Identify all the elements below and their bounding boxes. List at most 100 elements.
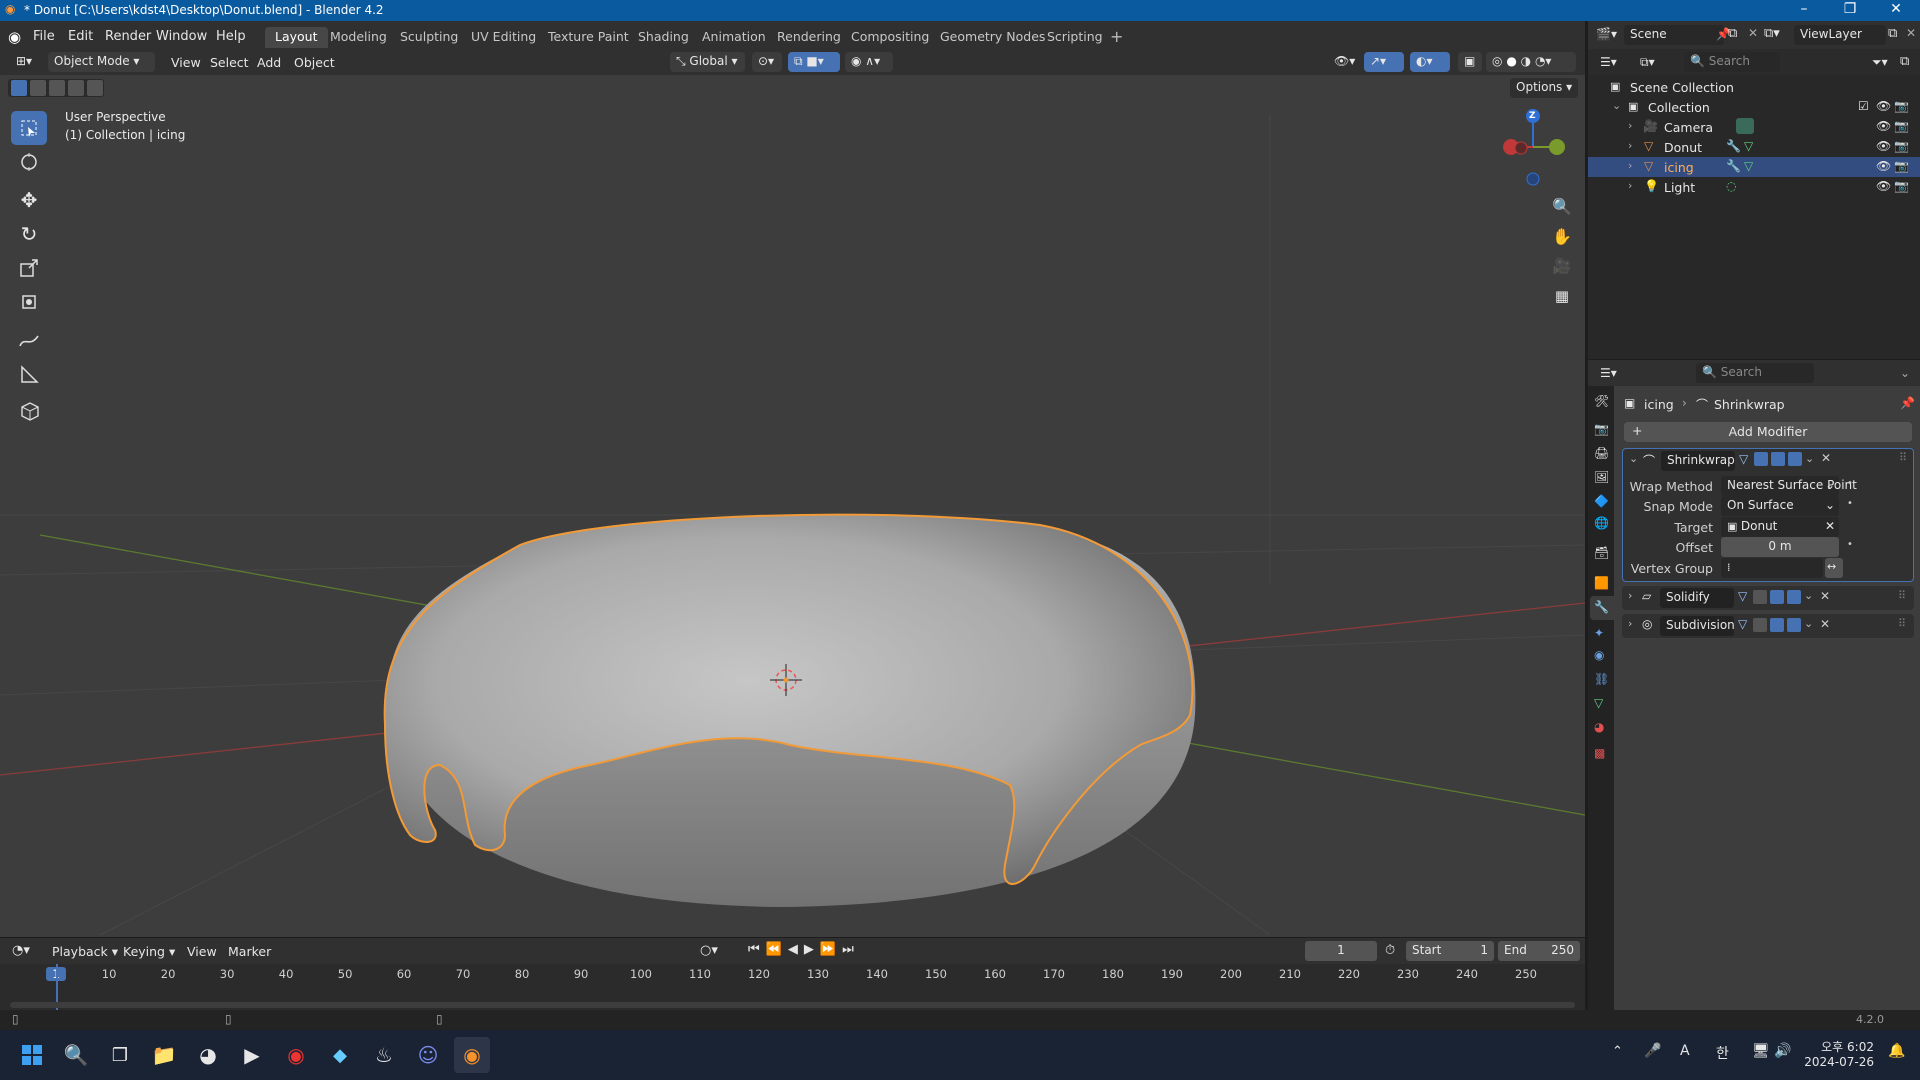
xray-toggle-icon[interactable]: ▣: [1458, 52, 1482, 72]
cursor-tool-icon[interactable]: [11, 145, 47, 179]
snap-toggle-icon[interactable]: ⧉ ■▾: [788, 52, 840, 72]
outliner-row-collection[interactable]: ⌄ ▣ Collection ☑ 👁 📷: [1588, 97, 1920, 117]
measure-tool-icon[interactable]: [11, 357, 47, 391]
minimize-button[interactable]: –: [1781, 1, 1827, 17]
camera-render-icon[interactable]: 📷: [1894, 119, 1909, 133]
material-shading-icon[interactable]: ◑: [1521, 54, 1531, 68]
ime-mode-indicator[interactable]: A: [1680, 1043, 1690, 1059]
collection-checkbox-icon[interactable]: ☑: [1858, 99, 1869, 113]
solidify-name-field[interactable]: Solidify: [1660, 588, 1734, 608]
data-tab-icon[interactable]: ▽: [1594, 696, 1603, 710]
render-toggle-icon[interactable]: [1788, 452, 1802, 466]
view-layer-tab-icon[interactable]: 🖼: [1594, 470, 1609, 484]
tab-shading[interactable]: Shading: [628, 27, 699, 48]
microphone-icon[interactable]: 🎤: [1644, 1043, 1661, 1059]
add-cube-tool-icon[interactable]: [11, 393, 47, 427]
menu-select[interactable]: Select: [210, 55, 249, 70]
expand-chevron-icon[interactable]: ›: [1628, 139, 1632, 152]
scene-tab-icon[interactable]: 🔷: [1594, 494, 1609, 508]
on-cage-toggle-icon[interactable]: [1753, 590, 1767, 604]
edit-mode-toggle-icon[interactable]: ▽: [1738, 589, 1747, 603]
visibility-icon[interactable]: 👁▾: [1328, 52, 1358, 72]
mesh-data-icon[interactable]: ▽: [1744, 139, 1753, 153]
view-layer-icon[interactable]: ⧉▾: [1764, 26, 1780, 41]
material-tab-icon[interactable]: ◕: [1594, 720, 1604, 734]
outliner-row-light[interactable]: › 💡 Light ◌ 👁 📷: [1588, 177, 1920, 197]
collection-render-icon[interactable]: 📷: [1894, 99, 1909, 113]
select-invert-icon[interactable]: [68, 80, 84, 96]
tool-tab-icon[interactable]: 🛠: [1594, 394, 1609, 408]
menu-object[interactable]: Object: [294, 55, 335, 70]
icing-render-icon[interactable]: 📷: [1894, 159, 1909, 173]
invert-vertex-group-icon[interactable]: ↔: [1825, 558, 1843, 578]
zoom-icon[interactable]: 🔍: [1547, 191, 1577, 221]
select-box-tool-icon[interactable]: [11, 111, 47, 145]
editor-type-icon[interactable]: ⊞▾: [10, 52, 40, 72]
tab-rendering[interactable]: Rendering: [767, 27, 851, 48]
properties-search[interactable]: 🔍 Search: [1696, 363, 1814, 383]
options-dropdown[interactable]: Options ▾: [1510, 78, 1579, 98]
new-collection-icon[interactable]: ⧉: [1900, 54, 1909, 69]
tab-scripting[interactable]: Scripting: [1037, 27, 1113, 48]
collection-visibility-icon[interactable]: 👁: [1876, 99, 1891, 113]
timeline-menu-playback[interactable]: Playback ▾: [52, 944, 118, 959]
scene-icon[interactable]: 🎬▾: [1596, 27, 1617, 41]
target-field[interactable]: ▣ Donut ✕: [1721, 517, 1839, 537]
timeline-menu-keying[interactable]: Keying ▾: [123, 944, 175, 959]
wireframe-shading-icon[interactable]: ◎: [1492, 54, 1502, 68]
light-data-icon[interactable]: ◌: [1726, 179, 1736, 193]
viewport-toggle-icon[interactable]: [1770, 590, 1784, 604]
expand-chevron-icon[interactable]: ›: [1628, 179, 1632, 192]
shading-mode-group[interactable]: ◎ ● ◑ ◔▾: [1486, 52, 1576, 72]
scale-tool-icon[interactable]: [11, 251, 47, 285]
world-tab-icon[interactable]: 🌐: [1594, 516, 1609, 530]
select-intersect-icon[interactable]: [87, 80, 103, 96]
keyframe-dot-icon[interactable]: •: [1847, 478, 1853, 489]
transform-tool-icon[interactable]: [11, 285, 47, 319]
vertex-group-field[interactable]: ⁞: [1721, 558, 1823, 578]
blender-menu-icon[interactable]: ◉: [8, 28, 21, 46]
autokey-icon[interactable]: ○▾: [700, 943, 718, 958]
file-explorer-icon[interactable]: 📁: [146, 1037, 182, 1073]
constraints-tab-icon[interactable]: ⛓: [1594, 672, 1609, 686]
current-frame-field[interactable]: 1: [1305, 941, 1377, 961]
outliner-row-camera[interactable]: › 🎥 Camera 👁 📷: [1588, 117, 1920, 137]
scene-selector[interactable]: Scene: [1624, 25, 1724, 45]
select-extend-icon[interactable]: [30, 80, 46, 96]
keyframe-dot-icon[interactable]: •: [1847, 498, 1853, 509]
display-mode-icon[interactable]: ⧉▾: [1640, 55, 1655, 70]
frame-ruler[interactable]: 1102030405060708090100110120130140150160…: [0, 964, 1585, 986]
pivot-icon[interactable]: ⊙▾: [752, 52, 782, 72]
edit-mode-toggle-icon[interactable]: ▽: [1739, 452, 1748, 466]
keyframe-dot-icon[interactable]: •: [1847, 539, 1853, 550]
output-tab-icon[interactable]: 🖨: [1594, 446, 1609, 460]
timeline-menu-marker[interactable]: Marker: [228, 944, 271, 959]
modifier-tab-icon[interactable]: 🔧: [1590, 596, 1614, 620]
modifier-wrench-icon[interactable]: 🔧: [1726, 139, 1741, 153]
timeline-editor-type-icon[interactable]: ◔▾: [12, 943, 30, 958]
menu-render[interactable]: Render: [105, 29, 151, 44]
remove-modifier-icon[interactable]: ✕: [1820, 617, 1830, 631]
task-view-icon[interactable]: ❐: [102, 1037, 138, 1073]
close-window-button[interactable]: ✕: [1873, 1, 1919, 17]
timeline-scrollbar[interactable]: [10, 1002, 1575, 1008]
modifier-menu-chevron-icon[interactable]: ⌄: [1804, 617, 1813, 630]
object-tab-icon[interactable]: 🟧: [1594, 576, 1609, 590]
ime-hangul-indicator[interactable]: 한: [1716, 1043, 1729, 1063]
3d-viewport[interactable]: User Perspective (1) Collection | icing …: [0, 75, 1585, 937]
gizmo-toggle-icon[interactable]: ↗▾: [1364, 52, 1404, 72]
tab-modeling[interactable]: Modeling: [320, 27, 397, 48]
properties-options-chevron-icon[interactable]: ⌄: [1900, 366, 1910, 380]
chrome-icon[interactable]: ◕: [190, 1037, 226, 1073]
orientation-dropdown[interactable]: ⤡ Global ▾: [670, 52, 745, 72]
physics-tab-icon[interactable]: ◉: [1594, 648, 1604, 662]
expand-chevron-icon[interactable]: ›: [1628, 617, 1632, 630]
add-workspace-button[interactable]: +: [1110, 27, 1123, 46]
start-frame-field[interactable]: Start 1: [1406, 941, 1494, 961]
network-icon[interactable]: 🖥: [1752, 1043, 1770, 1059]
delete-view-layer-icon[interactable]: ✕: [1906, 26, 1916, 40]
view-layer-selector[interactable]: ViewLayer: [1794, 25, 1886, 45]
select-subtract-icon[interactable]: [49, 80, 65, 96]
media-player-icon[interactable]: ▶: [234, 1037, 270, 1073]
icing-visibility-icon[interactable]: 👁: [1876, 159, 1891, 173]
